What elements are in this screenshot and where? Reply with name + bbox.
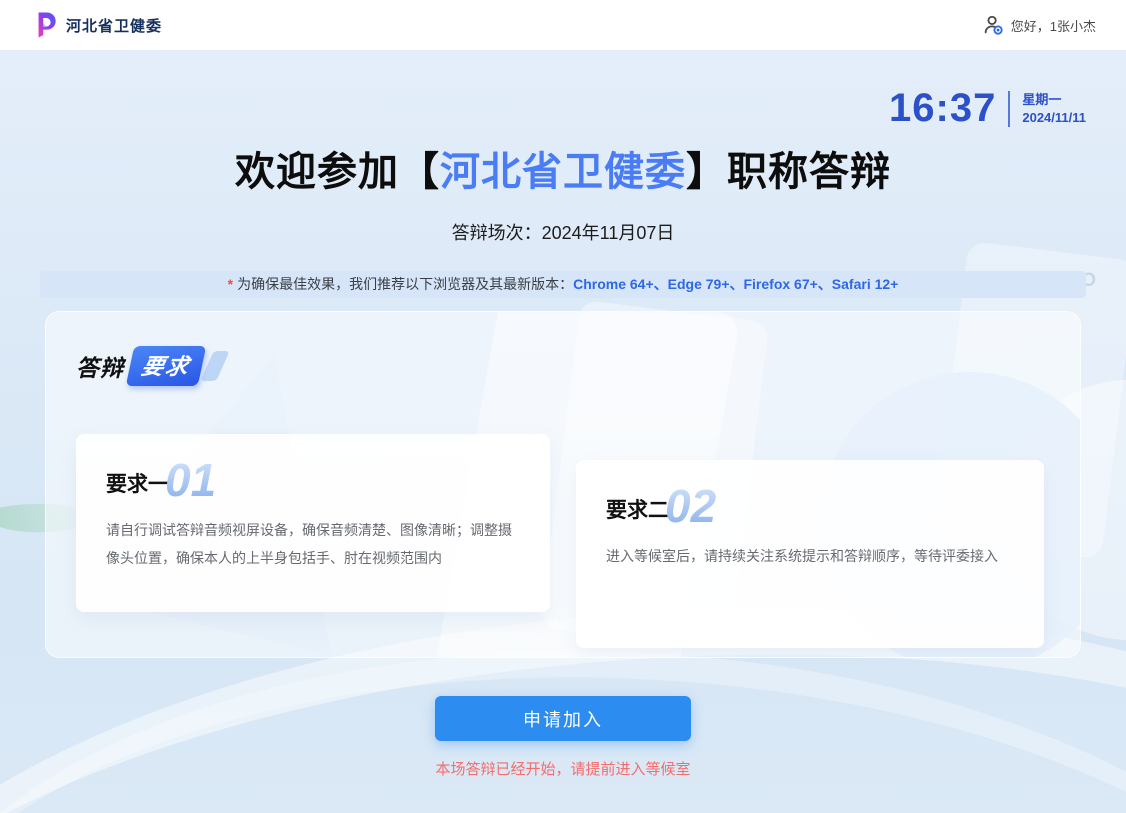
- join-button[interactable]: 申请加入: [435, 696, 691, 741]
- title-suffix: 】职称答辩: [686, 150, 891, 194]
- page-title: 欢迎参加【河北省卫健委】职称答辩: [40, 139, 1086, 197]
- badge-tail-decor: [200, 351, 229, 381]
- session-info: 答辩场次：2024年11月07日: [40, 219, 1086, 245]
- requirement-card-2: 要求二 02 进入等候室后，请持续关注系统提示和答辩顺序，等待评委接入: [576, 460, 1044, 648]
- app-header: 河北省卫健委 您好，1张小杰: [0, 0, 1126, 50]
- clock-time: 16:37: [889, 86, 996, 131]
- requirements-panel: 答辩 要求 要求一 01 请自行调试答辩音频视屏设备，确保音频清楚、图像清晰；调…: [45, 311, 1081, 658]
- clock-weekday: 星期一: [1022, 91, 1086, 109]
- browser-notice: *为确保最佳效果，我们推荐以下浏览器及其最新版本：Chrome 64+、Edge…: [40, 271, 1086, 298]
- title-brand: 河北省卫健委: [440, 150, 686, 194]
- notice-text: 为确保最佳效果，我们推荐以下浏览器及其最新版本：: [237, 276, 573, 292]
- card-number: 01: [165, 460, 216, 501]
- notice-browsers: Chrome 64+、Edge 79+、Firefox 67+、Safari 1…: [573, 276, 898, 292]
- clock: 16:37 星期一 2024/11/11: [40, 50, 1086, 131]
- status-message: 本场答辩已经开始，请提前进入等候室: [40, 758, 1086, 779]
- required-asterisk: *: [228, 276, 233, 292]
- main-stage: CO 16:37 星期一 2024/11/11 欢迎参加【河北省卫健委】职称答辩…: [0, 50, 1126, 813]
- clock-date: 2024/11/11: [1022, 109, 1086, 127]
- card-title: 要求二: [606, 500, 669, 527]
- brand: 河北省卫健委: [30, 11, 162, 39]
- section-title-badge: 要求: [126, 346, 207, 386]
- section-title-black: 答辩: [76, 349, 130, 383]
- section-title-badge-label: 要求: [139, 354, 192, 379]
- card-title: 要求一: [106, 474, 169, 501]
- user-greeting[interactable]: 您好，1张小杰: [1011, 16, 1096, 35]
- brand-title: 河北省卫健委: [66, 15, 162, 36]
- card-desc: 请自行调试答辩音频视屏设备，确保音频清楚、图像清晰；调整摄像头位置，确保本人的上…: [106, 517, 520, 572]
- card-desc: 进入等候室后，请持续关注系统提示和答辩顺序，等待评委接入: [606, 543, 1014, 570]
- section-title: 答辩 要求: [76, 346, 1050, 386]
- card-number: 02: [665, 486, 716, 527]
- user-icon: [982, 14, 1004, 36]
- user-menu[interactable]: 您好，1张小杰: [982, 14, 1096, 36]
- title-prefix: 欢迎参加【: [235, 150, 440, 194]
- requirement-cards: 要求一 01 请自行调试答辩音频视屏设备，确保音频清楚、图像清晰；调整摄像头位置…: [76, 434, 1050, 648]
- clock-divider: [1008, 91, 1010, 127]
- requirement-card-1: 要求一 01 请自行调试答辩音频视屏设备，确保音频清楚、图像清晰；调整摄像头位置…: [76, 434, 550, 612]
- app-logo-icon: [30, 11, 58, 39]
